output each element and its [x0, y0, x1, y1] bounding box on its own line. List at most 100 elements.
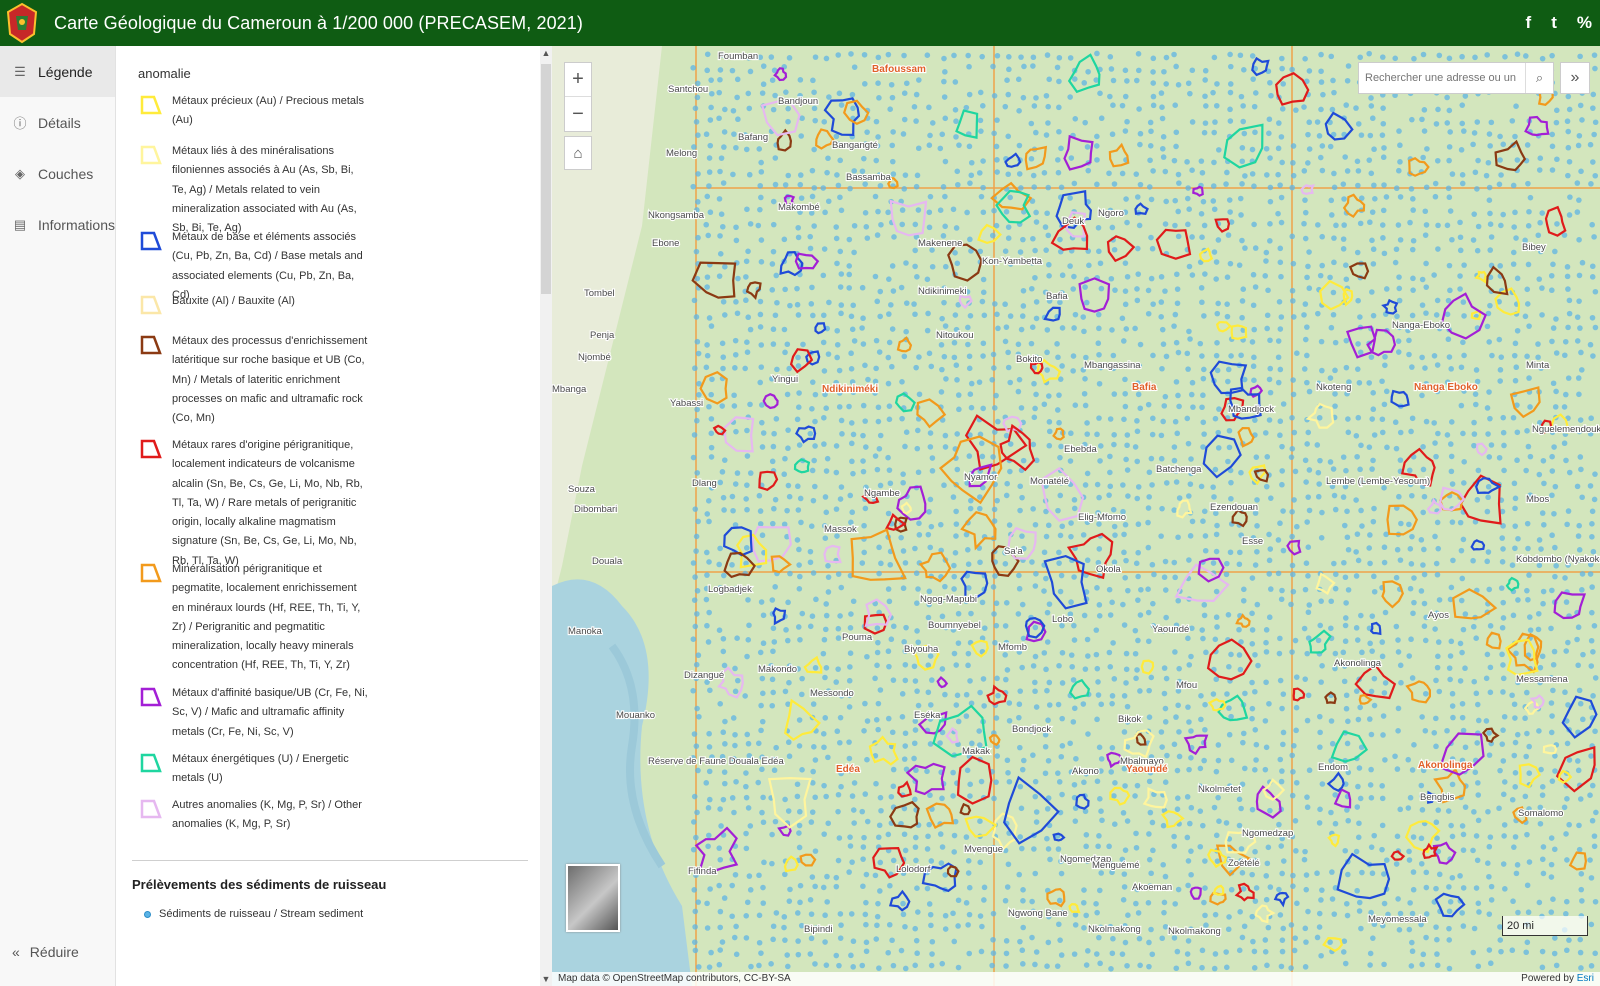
scroll-down-icon[interactable]: ▼ [540, 974, 552, 984]
search-button[interactable]: ⌕ [1525, 63, 1553, 93]
stream-sediment-point [1393, 861, 1400, 867]
stream-sediment-point [1379, 54, 1386, 60]
stream-sediment-point [899, 221, 906, 228]
stream-sediment-point [1474, 740, 1480, 746]
expand-button[interactable]: » [1560, 62, 1590, 94]
stream-sediment-point [1379, 795, 1386, 802]
stream-sediment-point [1171, 157, 1178, 164]
stream-sediment-point [940, 184, 947, 190]
stream-sediment-point [901, 116, 908, 123]
stream-sediment-point [1524, 286, 1531, 293]
map-place-label: Mbangassina [1084, 360, 1141, 371]
stream-sediment-point [1216, 406, 1222, 412]
stream-sediment-point [1032, 405, 1038, 412]
stream-sediment-point [1250, 363, 1257, 370]
search-input[interactable] [1359, 72, 1525, 84]
stream-sediment-point [731, 809, 737, 816]
stream-sediment-point [874, 232, 881, 238]
legend-swatch-icon [140, 335, 162, 355]
basemap-thumbnail[interactable] [566, 864, 620, 932]
stream-sediment-point [1457, 234, 1464, 241]
stream-sediment-point [706, 744, 713, 750]
stream-sediment-point [1227, 89, 1234, 96]
stream-sediment-point [952, 250, 958, 256]
stream-sediment-point [1485, 549, 1492, 555]
stream-sediment-point [992, 301, 998, 307]
stream-sediment-point [1223, 181, 1229, 187]
stream-sediment-point [1540, 588, 1547, 595]
stream-sediment-point [720, 729, 727, 736]
scrollbar-thumb[interactable] [541, 64, 551, 294]
twitter-icon[interactable]: t [1551, 13, 1557, 33]
stream-sediment-point [1224, 274, 1231, 280]
stream-sediment-point [1524, 730, 1530, 737]
stream-sediment-point [1288, 922, 1295, 928]
stream-sediment-point [706, 559, 712, 565]
stream-sediment-point [1237, 52, 1244, 59]
stream-sediment-point [1124, 118, 1130, 125]
stream-sediment-point [862, 81, 868, 87]
stream-sediment-point [1577, 102, 1584, 109]
stream-sediment-point [1473, 885, 1480, 891]
zoom-out-button[interactable]: − [565, 97, 591, 131]
stream-sediment-point [1185, 185, 1191, 191]
stream-sediment-point [824, 899, 830, 905]
zoom-in-button[interactable]: + [565, 63, 591, 97]
stream-sediment-point [1301, 168, 1308, 174]
collapse-button[interactable]: « Réduire [12, 944, 79, 960]
stream-sediment-point [1084, 420, 1090, 426]
stream-sediment-point [717, 856, 724, 863]
stream-sediment-point [838, 207, 845, 214]
stream-sediment-point [1171, 833, 1177, 840]
stream-sediment-point [1041, 549, 1048, 556]
stream-sediment-point [1138, 586, 1144, 593]
stream-sediment-point [1071, 705, 1078, 712]
stream-sediment-point [1290, 571, 1296, 578]
stream-sediment-point [1344, 740, 1351, 747]
stream-sediment-point [939, 131, 946, 138]
stream-sediment-point [902, 923, 908, 930]
stream-sediment-point [1184, 350, 1191, 357]
stream-sediment-point [1486, 730, 1492, 736]
map-canvas[interactable]: BafoussamFoumbanSantchouBandjounBafangMe… [552, 46, 1600, 986]
home-button[interactable]: ⌂ [564, 136, 592, 170]
stream-sediment-point [863, 921, 869, 928]
stream-sediment-point [1176, 729, 1182, 735]
rail-item-details[interactable]: ⓘ Détails [0, 97, 115, 148]
stream-sediment-point [1032, 653, 1039, 660]
stream-sediment-point [1147, 119, 1154, 126]
stream-sediment-point [1317, 729, 1323, 736]
stream-sediment-point [1578, 466, 1584, 473]
stream-sediment-point [732, 337, 739, 344]
stream-sediment-point [1006, 522, 1013, 528]
stream-sediment-point [1150, 415, 1156, 422]
stream-sediment-point [995, 418, 1001, 425]
stream-sediment-point [1358, 132, 1365, 138]
stream-sediment-point [1459, 823, 1466, 829]
stream-sediment-point [1033, 209, 1039, 216]
stream-sediment-point [1124, 219, 1130, 226]
stream-sediment-point [994, 497, 1000, 504]
panel-scrollbar[interactable]: ▲ ▼ [540, 46, 552, 986]
stream-sediment-point [1384, 444, 1390, 451]
stream-sediment-point [691, 939, 698, 945]
stream-sediment-point [1058, 443, 1064, 450]
stream-sediment-point [888, 793, 895, 800]
stream-sediment-point [1589, 782, 1596, 789]
map-view[interactable]: Bafoussam Foumban Santchou Bandjoun Bafang Me… [552, 46, 1600, 986]
stream-sediment-point [1488, 442, 1495, 448]
stream-sediment-point [1007, 441, 1014, 447]
esri-link[interactable]: Esri [1577, 973, 1594, 984]
link-icon[interactable]: % [1577, 13, 1592, 33]
map-place-label: Minta [1526, 360, 1550, 371]
stream-sediment-point [1588, 753, 1594, 759]
rail-item-legende[interactable]: ☰ Légende [0, 46, 115, 97]
stream-sediment-point [1252, 129, 1258, 136]
stream-sediment-point [717, 806, 723, 812]
facebook-icon[interactable]: f [1526, 13, 1532, 33]
stream-sediment-point [1526, 614, 1533, 620]
rail-item-informations[interactable]: ▤ Informations [0, 199, 115, 250]
rail-item-couches[interactable]: ◈ Couches [0, 148, 115, 199]
scroll-up-icon[interactable]: ▲ [540, 48, 552, 58]
stream-sediment-point [1227, 81, 1234, 87]
